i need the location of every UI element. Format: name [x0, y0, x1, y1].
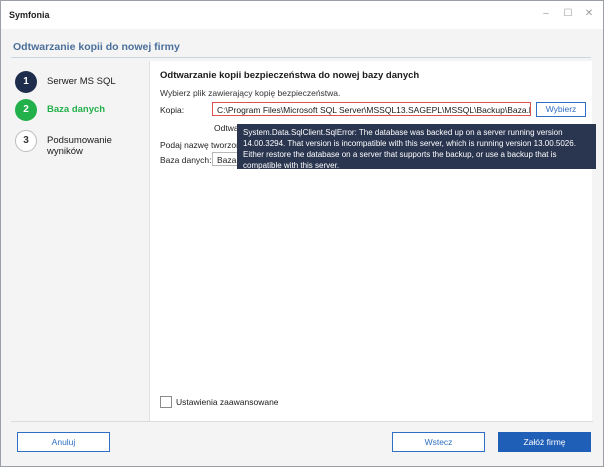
- step-number-1: 1: [15, 71, 37, 93]
- step-label: Baza danych: [47, 104, 106, 115]
- browse-button[interactable]: Wybierz: [536, 102, 586, 117]
- error-tooltip: System.Data.SqlClient.SqlError: The data…: [237, 124, 596, 170]
- advanced-settings-label[interactable]: Ustawienia zaawansowane: [176, 397, 279, 407]
- db-label: Baza danych:: [160, 155, 212, 165]
- backup-path-field[interactable]: C:\Program Files\Microsoft SQL Server\MS…: [212, 102, 531, 116]
- window-title: Symfonia: [9, 10, 50, 20]
- close-icon[interactable]: ✕: [582, 7, 596, 21]
- step-database[interactable]: 2 Baza danych: [11, 95, 149, 123]
- back-button[interactable]: Wstecz: [392, 432, 485, 452]
- maximize-icon[interactable]: ☐: [561, 7, 575, 21]
- step-server[interactable]: 1 Serwer MS SQL: [11, 67, 149, 95]
- app-window: Symfonia – ☐ ✕ Odtwarzanie kopii do nowe…: [0, 0, 604, 467]
- step-label: Podsumowanie wyników: [47, 135, 112, 157]
- section-title: Odtwarzanie kopii bezpieczeństwa do nowe…: [160, 70, 420, 81]
- footer-divider: [11, 421, 593, 422]
- step-number-3: 3: [15, 130, 37, 152]
- minimize-icon[interactable]: –: [539, 7, 553, 21]
- advanced-settings-checkbox[interactable]: [160, 396, 172, 408]
- step-number-2: 2: [15, 99, 37, 121]
- kopia-label: Kopia:: [160, 105, 185, 115]
- create-company-button[interactable]: Załóż firmę: [498, 432, 591, 452]
- cancel-button[interactable]: Anuluj: [17, 432, 110, 452]
- step-summary[interactable]: 3 Podsumowanie wyników: [11, 126, 149, 157]
- content-panel: Odtwarzanie kopii bezpieczeństwa do nowe…: [149, 61, 592, 421]
- title-bar: Symfonia – ☐ ✕: [1, 1, 603, 29]
- step-label: Serwer MS SQL: [47, 76, 116, 87]
- page-title: Odtwarzanie kopii do nowej firmy: [13, 41, 180, 53]
- section-subtitle: Wybierz plik zawierający kopię bezpiecze…: [160, 88, 341, 98]
- wizard-header: Odtwarzanie kopii do nowej firmy: [11, 37, 591, 58]
- steps-panel: 1 Serwer MS SQL 2 Baza danych 3 Podsumow…: [11, 61, 149, 421]
